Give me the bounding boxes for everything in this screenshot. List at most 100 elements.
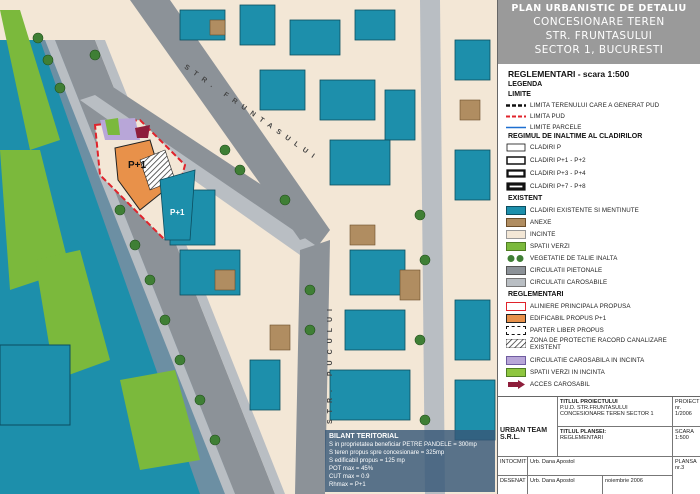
map-drawing <box>0 0 497 494</box>
desenat-name-cell: Urb. Dana Apostol <box>528 476 603 494</box>
bilant-line: CUT max = 0.9 <box>329 474 370 480</box>
plansa-no: nr.3 <box>675 465 685 471</box>
company-name: URBAN TEAM S.R.L. <box>500 427 548 441</box>
bilant-line: Rhmax = P+1 <box>329 482 366 488</box>
legend-label: CIRCULATIE CAROSABILA IN INCINTA <box>530 357 645 364</box>
company-cell: URBAN TEAM S.R.L. <box>498 397 558 457</box>
legend-item: EDIFICABIL PROPUS P+1 <box>506 313 696 324</box>
date: noiembrie 2006 <box>605 478 643 484</box>
plansa-no-cell: PLANSA nr.3 <box>673 457 700 494</box>
legend-section-regim: REGIMUL DE INALTIME AL CLADIRILOR <box>508 133 643 140</box>
title-block: PLAN URBANISTIC DE DETALIU CONCESIONARE … <box>497 0 700 64</box>
label-proposed-p1: P+1 <box>128 160 147 171</box>
box-thick-icon <box>506 169 526 178</box>
legend-item: CLADIRI P+3 - P+4 <box>506 168 696 179</box>
legend-item: CLADIRI P+7 - P+8 <box>506 181 696 192</box>
box-medium-icon <box>506 156 526 165</box>
existing-p1-building <box>159 169 196 241</box>
title-cartouche: URBAN TEAM S.R.L. TITLUL PROIECTULUI P.U… <box>497 396 700 494</box>
bilant-line: S teren propus spre concesionare = 325mp <box>329 450 445 456</box>
label-street-pucului: STR. PUCULUI <box>327 303 334 424</box>
dash-black-icon <box>506 104 526 107</box>
legend-item: ANEXE <box>506 217 696 228</box>
desenat-name: Urb. Dana Apostol <box>530 478 575 484</box>
fill-lightgrey-icon <box>506 278 526 287</box>
legend-item: LIMITE PARCELE <box>506 122 696 133</box>
legend-label: CLADIRI P <box>530 144 562 151</box>
legend-item: ALINIERE PRINCIPALA PROPUSA <box>506 301 696 312</box>
bilant-line: S in proprietatea beneficiar PETRE PANDE… <box>329 442 477 448</box>
legend-item: CLADIRI P <box>506 142 696 153</box>
legend-section-reglementari: REGLEMENTARI <box>508 291 564 298</box>
urban-plan-map: P+1 P+1 STR. FRUNTASULUI STR. PUCULUI BI… <box>0 0 497 494</box>
plansa-title-cell: TITLUL PLANSEI: REGLEMENTARI <box>558 427 673 457</box>
project-title: P.U.D. STR.FRUNTASULUI CONCESIONARE TERE… <box>560 405 654 417</box>
scara-cell: SCARA 1:500 <box>673 427 700 457</box>
legend-panel: REGLEMENTARI - scara 1:500 LEGENDA LIMIT… <box>497 64 700 396</box>
bilant-line: POT max = 45% <box>329 466 374 472</box>
tree-icon <box>507 255 524 262</box>
legend-label: VEGETATIE DE TALIE INALTA <box>530 255 618 262</box>
fill-green-incinta-icon <box>506 368 526 377</box>
bilant-heading: BILANT TERITORIAL <box>329 433 399 440</box>
fill-beige-icon <box>506 230 526 239</box>
fill-grey-icon <box>506 266 526 275</box>
title-line-3: STR. FRUNTASULUI <box>545 30 653 42</box>
hatch-icon <box>506 339 526 348</box>
fill-teal-icon <box>506 206 526 215</box>
pud-sheet: { "title": { "line1": "PLAN URBANISTIC D… <box>0 0 700 494</box>
legend-section-existent: EXISTENT <box>508 195 543 202</box>
project-no: 1/2006 <box>675 411 692 417</box>
legend-item: CIRCULATIE CAROSABILA IN INCINTA <box>506 355 696 366</box>
legend-item: LIMITA TERENULUI CARE A GENERAT PUD <box>506 100 696 111</box>
legend-label: CIRCULATII CAROSABILE <box>530 279 608 286</box>
plansa-title: REGLEMENTARI <box>560 435 603 441</box>
legend-item: CLADIRI EXISTENTE SI MENTINUTE <box>506 205 696 216</box>
access-arrow-icon <box>508 380 525 389</box>
lower-left-building <box>0 344 71 426</box>
legend-label: EDIFICABIL PROPUS P+1 <box>530 315 607 322</box>
fill-orange-icon <box>506 314 526 323</box>
legend-label: LIMITE PARCELE <box>530 124 582 131</box>
fill-brown-icon <box>506 218 526 227</box>
title-line-4: SECTOR 1, BUCURESTI <box>534 44 664 56</box>
desenat-label-cell: DESENAT <box>498 476 528 494</box>
fill-lavender-icon <box>506 356 526 365</box>
desenat-label: DESENAT <box>500 478 526 484</box>
legend-label: LIMITA PUD <box>530 113 565 120</box>
legend-item: ACCES CAROSABIL <box>506 379 696 390</box>
legend-item: VEGETATIE DE TALIE INALTA <box>506 253 696 264</box>
title-line-2: CONCESIONARE TEREN <box>533 16 665 28</box>
label-existing-p1: P+1 <box>170 208 185 217</box>
project-no-label: PROIECT nr. <box>675 399 700 411</box>
legend-item: CIRCULATII CAROSABILE <box>506 277 696 288</box>
legend-label: INCINTE <box>530 231 556 238</box>
legend-item: ZONA DE PROTECTIE RACORD CANALIZARE EXIS… <box>506 337 696 353</box>
scara-value: 1:500 <box>675 435 689 441</box>
bilant-line: S edificabil propus = 125 mp <box>329 458 405 464</box>
legend-label: SPATII VERZI IN INCINTA <box>530 369 605 376</box>
box-heavy-icon <box>506 182 526 191</box>
legend-item: PARTER LIBER PROPUS <box>506 325 696 336</box>
legend-item: CLADIRI P+1 - P+2 <box>506 155 696 166</box>
legend-label: SPATII VERZI <box>530 243 570 250</box>
legend-label: ANEXE <box>530 219 552 226</box>
title-line-1: PLAN URBANISTIC DE DETALIU <box>511 3 687 14</box>
intocmit-name-cell: Urb. Dana Apostol <box>528 457 673 476</box>
legend-title: REGLEMENTARI - scara 1:500 <box>508 69 630 79</box>
legend-label: CLADIRI EXISTENTE SI MENTINUTE <box>530 207 639 214</box>
outline-red-icon <box>506 302 526 311</box>
line-blue-icon <box>506 126 526 129</box>
legend-label: PARTER LIBER PROPUS <box>530 327 604 334</box>
bilant-teritorial: BILANT TERITORIAL S in proprietatea bene… <box>325 430 495 492</box>
legend-label: CLADIRI P+7 - P+8 <box>530 183 586 190</box>
intocmit-name: Urb. Dana Apostol <box>530 459 575 465</box>
dash-box-icon <box>506 326 526 335</box>
legend-item: LIMITA PUD <box>506 111 696 122</box>
legend-item: SPATII VERZI <box>506 241 696 252</box>
legend-item: SPATII VERZI IN INCINTA <box>506 367 696 378</box>
fill-green-icon <box>506 242 526 251</box>
legend-label: ACCES CAROSABIL <box>530 381 590 388</box>
date-cell: noiembrie 2006 <box>603 476 673 494</box>
legend-label: ALINIERE PRINCIPALA PROPUSA <box>530 303 631 310</box>
